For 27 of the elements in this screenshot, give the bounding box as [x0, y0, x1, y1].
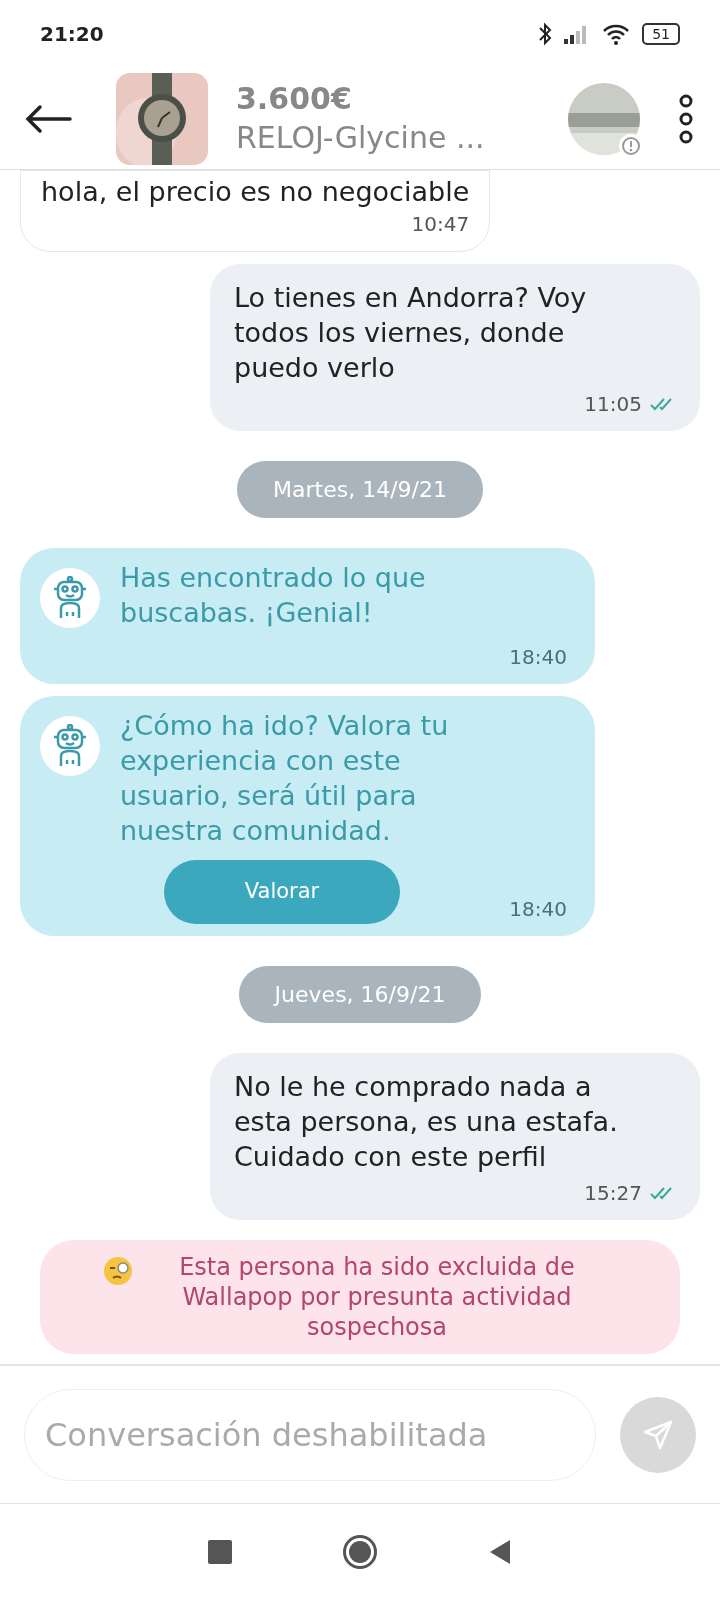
- message-text: Lo tienes en Andorra? Voy todos los viernes, donde puedo verlo: [234, 281, 588, 385]
- message-time: 18:40: [509, 896, 567, 923]
- status-time: 21:20: [40, 21, 104, 48]
- message-time: 10:47: [411, 211, 470, 238]
- message-text: No le he comprado nada a esta persona, es una estafa. Cuidado con este perfil: [234, 1070, 619, 1174]
- message-time: 18:40: [509, 644, 567, 671]
- message-text: ¿Cómo ha ido? Valora tu experiencia con este usuario, será útil para nuestra comunidad.: [120, 709, 450, 848]
- send-icon: [642, 1418, 674, 1451]
- rate-button[interactable]: Valorar: [164, 860, 400, 924]
- wifi-icon: [602, 23, 631, 45]
- date-label: Jueves, 16/9/21: [238, 966, 482, 1023]
- home-icon[interactable]: [342, 1534, 378, 1570]
- bluetooth-icon: [538, 22, 553, 46]
- battery-indicator: 51: [642, 23, 680, 45]
- message-time: 11:05: [584, 391, 642, 418]
- back-icon[interactable]: [488, 1538, 512, 1566]
- date-label: Martes, 14/9/21: [237, 461, 483, 518]
- item-title: RELOJ-Glycine ...: [236, 118, 486, 157]
- message-text: hola, el precio es no negociable: [41, 175, 470, 209]
- back-arrow-icon[interactable]: [24, 103, 72, 134]
- robot-icon: [40, 716, 100, 776]
- message-text: Has encontrado lo que buscabas. ¡Genial!: [120, 561, 427, 630]
- item-price: 3.600€: [236, 79, 353, 118]
- message-time: 15:27: [584, 1180, 642, 1207]
- robot-icon: [40, 568, 100, 628]
- emoji-icon: [103, 1256, 133, 1286]
- notice-text: Esta persona ha sido excluida de Wallapop por presunta actividad sospechosa: [178, 1252, 576, 1342]
